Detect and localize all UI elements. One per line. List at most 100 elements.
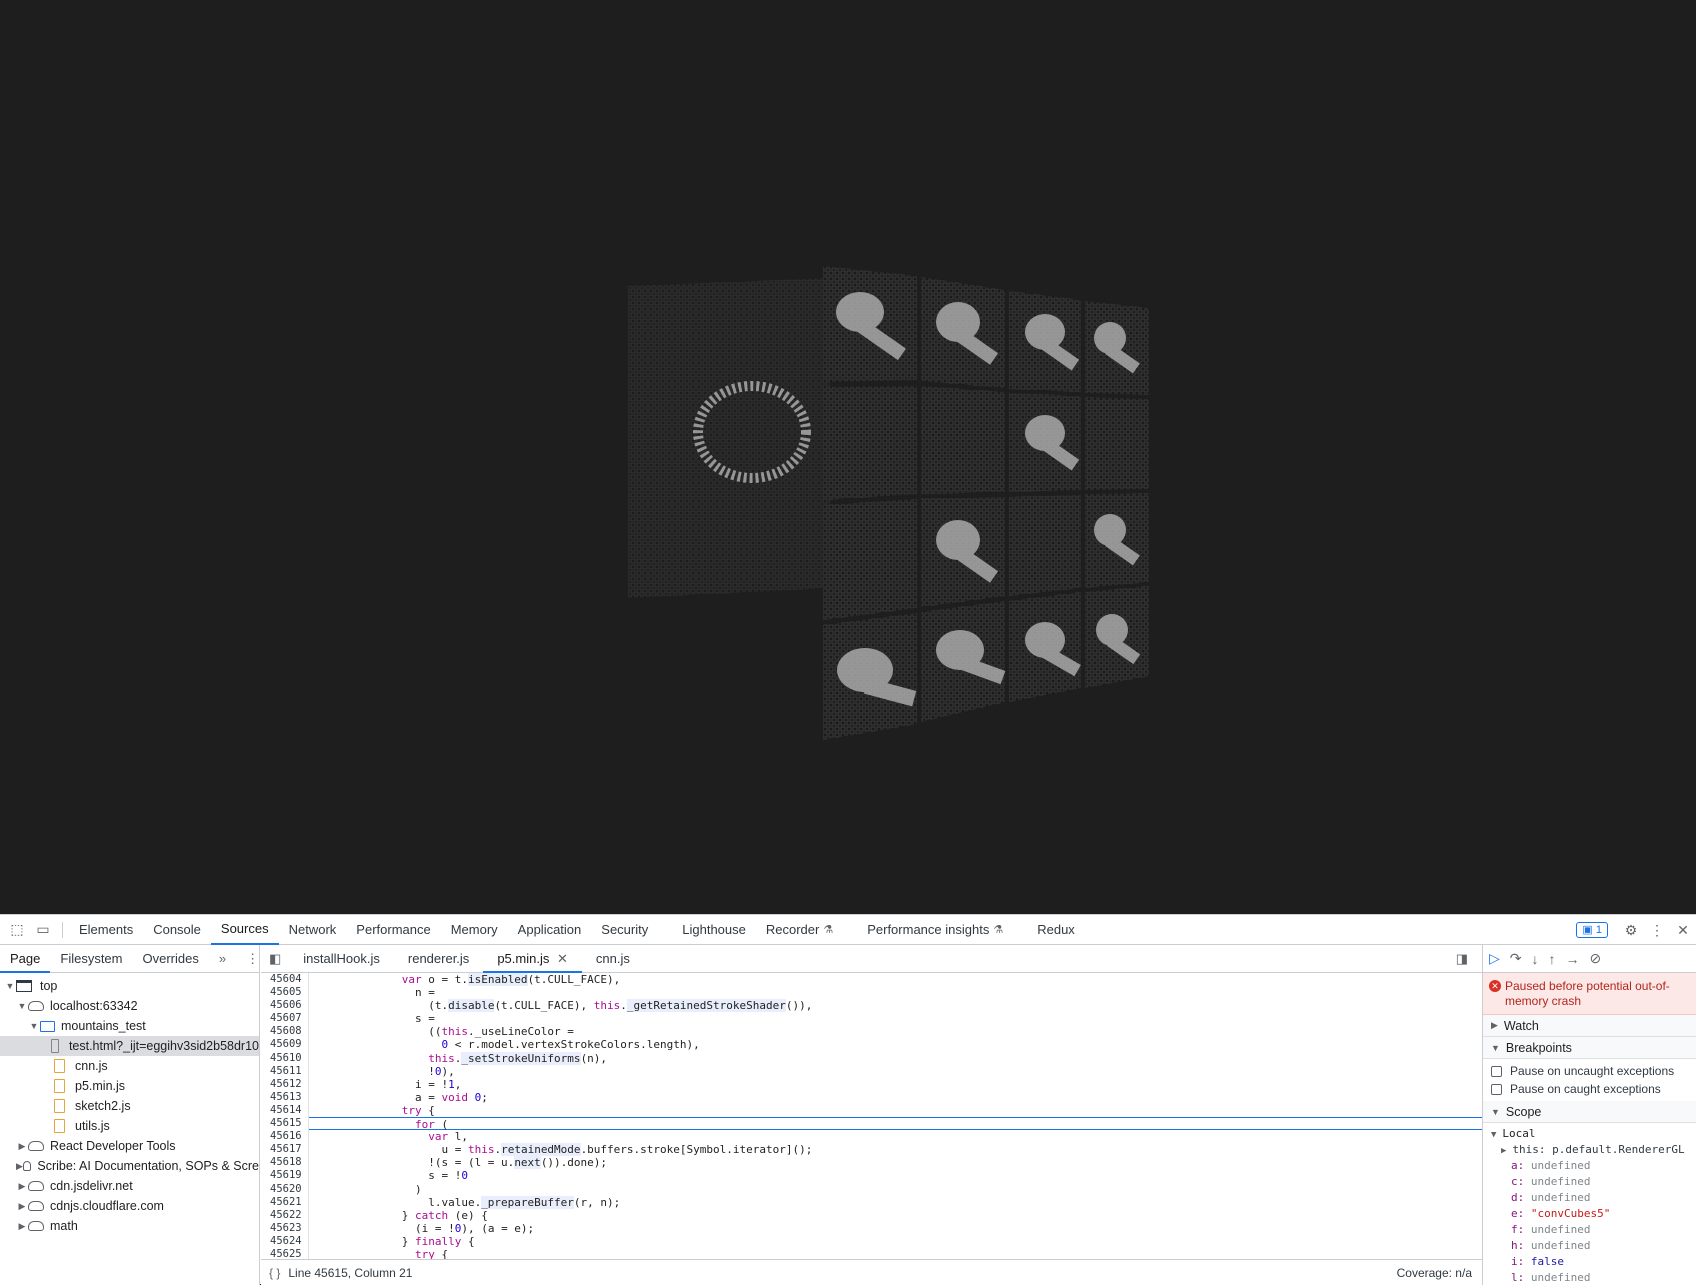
scope-variable[interactable]: a: undefined xyxy=(1483,1158,1696,1174)
tree-item[interactable]: ▼ mountains_test xyxy=(0,1016,259,1036)
code-line[interactable]: ) xyxy=(309,1183,1482,1196)
code-line[interactable]: n = xyxy=(309,986,1482,999)
tab-elements[interactable]: Elements xyxy=(69,915,143,945)
tab-security[interactable]: Security xyxy=(591,915,658,945)
tree-item[interactable]: ▶ math xyxy=(0,1216,259,1236)
tab-redux[interactable]: Redux xyxy=(1027,915,1085,945)
code-line[interactable]: } catch (e) { xyxy=(309,1209,1482,1222)
code-line[interactable]: (t.disable(t.CULL_FACE), this._getRetain… xyxy=(309,999,1482,1013)
scope-variable[interactable]: e: "convCubes5" xyxy=(1483,1206,1696,1222)
collapsed-triangle-icon[interactable]: ▶ xyxy=(16,1221,28,1232)
tree-item[interactable]: cnn.js xyxy=(0,1056,259,1076)
breakpoints-section-header[interactable]: ▼ Breakpoints xyxy=(1483,1037,1696,1059)
step-icon[interactable]: → xyxy=(1566,951,1580,967)
line-number[interactable]: 45624 xyxy=(261,1235,308,1248)
pause-uncaught-checkbox[interactable]: Pause on uncaught exceptions xyxy=(1483,1062,1696,1080)
code-line[interactable]: s = xyxy=(309,1012,1482,1025)
tree-item[interactable]: sketch2.js xyxy=(0,1096,259,1116)
code-line[interactable]: !(s = (l = u.next()).done); xyxy=(309,1156,1482,1170)
tab-performance[interactable]: Performance xyxy=(346,915,440,945)
canvas-viewport[interactable] xyxy=(0,0,1696,914)
code-line[interactable]: a = void 0; xyxy=(309,1091,1482,1104)
toggle-navigator-icon[interactable]: ◧ xyxy=(261,945,289,973)
line-number[interactable]: 45623 xyxy=(261,1222,308,1235)
line-number[interactable]: 45625 xyxy=(261,1248,308,1259)
scope-this-row[interactable]: ▶ this: p.default.RendererGL xyxy=(1483,1142,1696,1158)
tab-memory[interactable]: Memory xyxy=(441,915,508,945)
line-number[interactable]: 45607 xyxy=(261,1012,308,1025)
tree-item[interactable]: ▶ Scribe: AI Documentation, SOPs & Scre xyxy=(0,1156,259,1176)
line-number[interactable]: 45622 xyxy=(261,1209,308,1222)
tab-overrides[interactable]: Overrides xyxy=(133,945,209,973)
tree-item[interactable]: utils.js xyxy=(0,1116,259,1136)
expanded-triangle-icon[interactable]: ▼ xyxy=(4,981,16,991)
tab-performance-insights[interactable]: Performance insights ⚗ xyxy=(857,915,1013,945)
line-number[interactable]: 45618 xyxy=(261,1156,308,1169)
expanded-triangle-icon[interactable]: ▼ xyxy=(28,1021,40,1031)
tab-sources[interactable]: Sources xyxy=(210,915,279,945)
line-number-gutter[interactable]: 45604 45605 45606 45607 45608 45609 45610 45611… xyxy=(261,973,309,1259)
line-number[interactable]: 45615 xyxy=(261,1117,308,1130)
local-scope-header[interactable]: ▼ Local xyxy=(1483,1126,1696,1142)
scope-variable[interactable]: c: undefined xyxy=(1483,1174,1696,1190)
code-line[interactable]: (i = !0), (a = e); xyxy=(309,1222,1482,1235)
code-line[interactable]: ((this._useLineColor = xyxy=(309,1025,1482,1038)
file-tab-renderer[interactable]: renderer.js xyxy=(394,945,483,973)
file-tab-installhook[interactable]: installHook.js xyxy=(289,945,394,973)
pretty-print-icon[interactable]: { } xyxy=(261,1266,288,1280)
code-line[interactable]: this._setStrokeUniforms(n), xyxy=(309,1051,1482,1065)
tree-item[interactable]: ▼ top xyxy=(0,976,259,996)
line-number[interactable]: 45605 xyxy=(261,986,308,999)
inspect-element-icon[interactable]: ⬚ xyxy=(4,917,30,943)
code-lines[interactable]: var o = t.isEnabled(t.CULL_FACE), n = (t… xyxy=(309,973,1482,1259)
code-line[interactable]: for ( xyxy=(309,1117,1482,1131)
code-line[interactable]: u = this.retainedMode.buffers.stroke[Sym… xyxy=(309,1143,1482,1157)
scope-variable[interactable]: f: undefined xyxy=(1483,1222,1696,1238)
line-number[interactable]: 45612 xyxy=(261,1078,308,1091)
scope-variable[interactable]: d: undefined xyxy=(1483,1190,1696,1206)
line-number[interactable]: 45606 xyxy=(261,999,308,1012)
more-options-icon[interactable]: ⋮ xyxy=(1644,917,1670,943)
checkbox-icon[interactable] xyxy=(1491,1083,1502,1095)
step-out-icon[interactable]: ↑ xyxy=(1549,951,1556,967)
line-number[interactable]: 45614 xyxy=(261,1104,308,1117)
issues-badge[interactable]: ▣ 1 xyxy=(1576,922,1608,938)
tab-page[interactable]: Page xyxy=(0,945,51,973)
file-tab-cnn[interactable]: cnn.js xyxy=(582,945,644,973)
expanded-triangle-icon[interactable]: ▼ xyxy=(16,1001,28,1011)
line-number[interactable]: 45620 xyxy=(261,1183,308,1196)
line-number[interactable]: 45621 xyxy=(261,1196,308,1209)
more-tabs-chevron-icon[interactable]: » xyxy=(209,945,236,973)
collapsed-triangle-icon[interactable]: ▶ xyxy=(16,1141,28,1152)
code-line[interactable]: !0), xyxy=(309,1065,1482,1078)
line-number[interactable]: 45617 xyxy=(261,1143,308,1156)
code-line[interactable]: s = !0 xyxy=(309,1169,1482,1182)
tree-item[interactable]: ▶ cdn.jsdelivr.net xyxy=(0,1176,259,1196)
line-number[interactable]: 45610 xyxy=(261,1052,308,1065)
settings-gear-icon[interactable]: ⚙ xyxy=(1618,917,1644,943)
scope-variable[interactable]: l: undefined xyxy=(1483,1270,1696,1285)
code-line[interactable]: l.value._prepareBuffer(r, n); xyxy=(309,1195,1482,1209)
code-line[interactable]: } finally { xyxy=(309,1235,1482,1248)
line-number[interactable]: 45604 xyxy=(261,973,308,986)
code-line[interactable]: var l, xyxy=(309,1130,1482,1143)
checkbox-icon[interactable] xyxy=(1491,1065,1502,1077)
code-view[interactable]: 45604 45605 45606 45607 45608 45609 45610 45611… xyxy=(261,973,1482,1259)
deactivate-breakpoints-icon[interactable]: ⊘ xyxy=(1590,950,1602,967)
tab-network[interactable]: Network xyxy=(279,915,347,945)
collapsed-triangle-icon[interactable]: ▶ xyxy=(16,1161,23,1172)
close-tab-icon[interactable]: ✕ xyxy=(557,951,568,966)
code-line[interactable]: try { xyxy=(309,1248,1482,1259)
code-line[interactable]: 0 < r.model.vertexStrokeColors.length), xyxy=(309,1038,1482,1051)
toggle-debugger-icon[interactable]: ◨ xyxy=(1442,945,1482,973)
scope-variable[interactable]: i: false xyxy=(1483,1254,1696,1270)
device-toolbar-icon[interactable]: ▭ xyxy=(30,917,56,943)
line-number[interactable]: 45616 xyxy=(261,1130,308,1143)
line-number[interactable]: 45619 xyxy=(261,1169,308,1182)
scope-variable[interactable]: h: undefined xyxy=(1483,1238,1696,1254)
scope-section-header[interactable]: ▼ Scope xyxy=(1483,1101,1696,1123)
tree-item[interactable]: ▼ localhost:63342 xyxy=(0,996,259,1016)
step-over-icon[interactable]: ↷ xyxy=(1510,950,1522,967)
tree-item[interactable]: p5.min.js xyxy=(0,1076,259,1096)
tab-lighthouse[interactable]: Lighthouse xyxy=(672,915,756,945)
